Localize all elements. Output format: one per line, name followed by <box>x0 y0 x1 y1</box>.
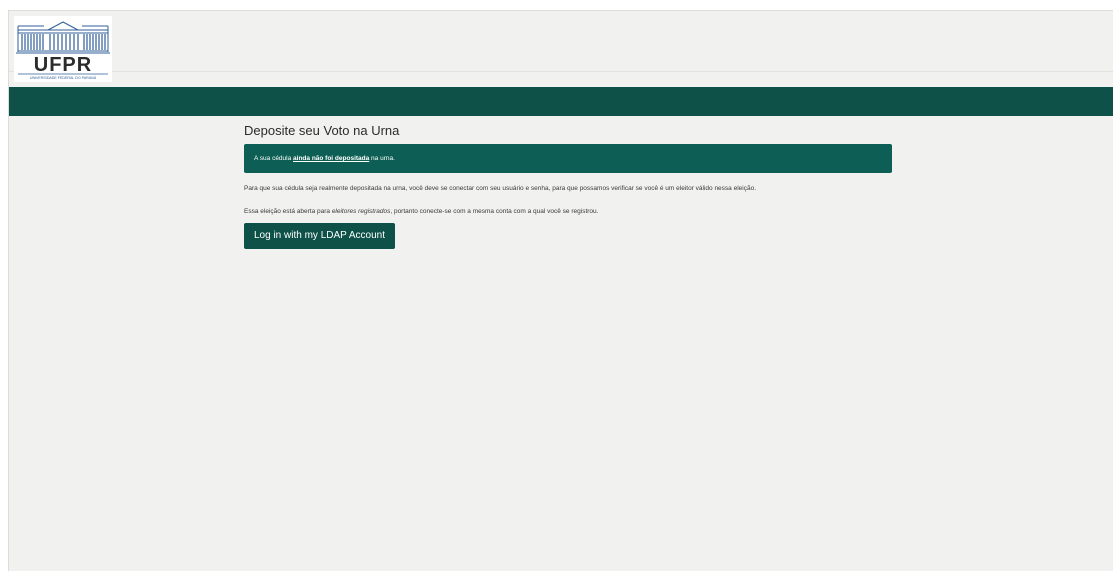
alert-prefix: A sua cédula <box>254 155 294 162</box>
instructions-paragraph: Para que sua cédula seja realmente depos… <box>244 185 756 192</box>
eligibility-paragraph: Essa eleição está aberta para eleitores … <box>244 208 892 215</box>
eligibility-prefix: Essa eleição está aberta para <box>244 208 332 215</box>
page: UFPR UNIVERSIDADE FEDERAL DO PARANÁ Depo… <box>8 10 1113 571</box>
ufpr-logo[interactable]: UFPR UNIVERSIDADE FEDERAL DO PARANÁ <box>14 16 112 82</box>
main-content: Deposite seu Voto na Urna A sua cédula a… <box>244 123 892 249</box>
university-building-icon: UFPR UNIVERSIDADE FEDERAL DO PARANÁ <box>16 21 110 80</box>
ballot-status-alert: A sua cédula ainda não foi depositada na… <box>244 144 892 173</box>
eligibility-suffix: , portanto conecte-se com a mesma conta … <box>390 208 599 215</box>
header: UFPR UNIVERSIDADE FEDERAL DO PARANÁ <box>9 11 1113 82</box>
top-navbar <box>9 87 1113 116</box>
alert-suffix: na urna. <box>369 155 395 162</box>
logo-subtitle: UNIVERSIDADE FEDERAL DO PARANÁ <box>30 76 97 80</box>
eligibility-italic: eleitores registrados <box>331 208 391 215</box>
alert-emphasis: ainda não foi depositada <box>293 155 370 162</box>
logo-wordmark: UFPR <box>34 54 92 76</box>
ldap-login-button[interactable]: Log in with my LDAP Account <box>244 223 395 249</box>
page-title: Deposite seu Voto na Urna <box>244 123 400 138</box>
